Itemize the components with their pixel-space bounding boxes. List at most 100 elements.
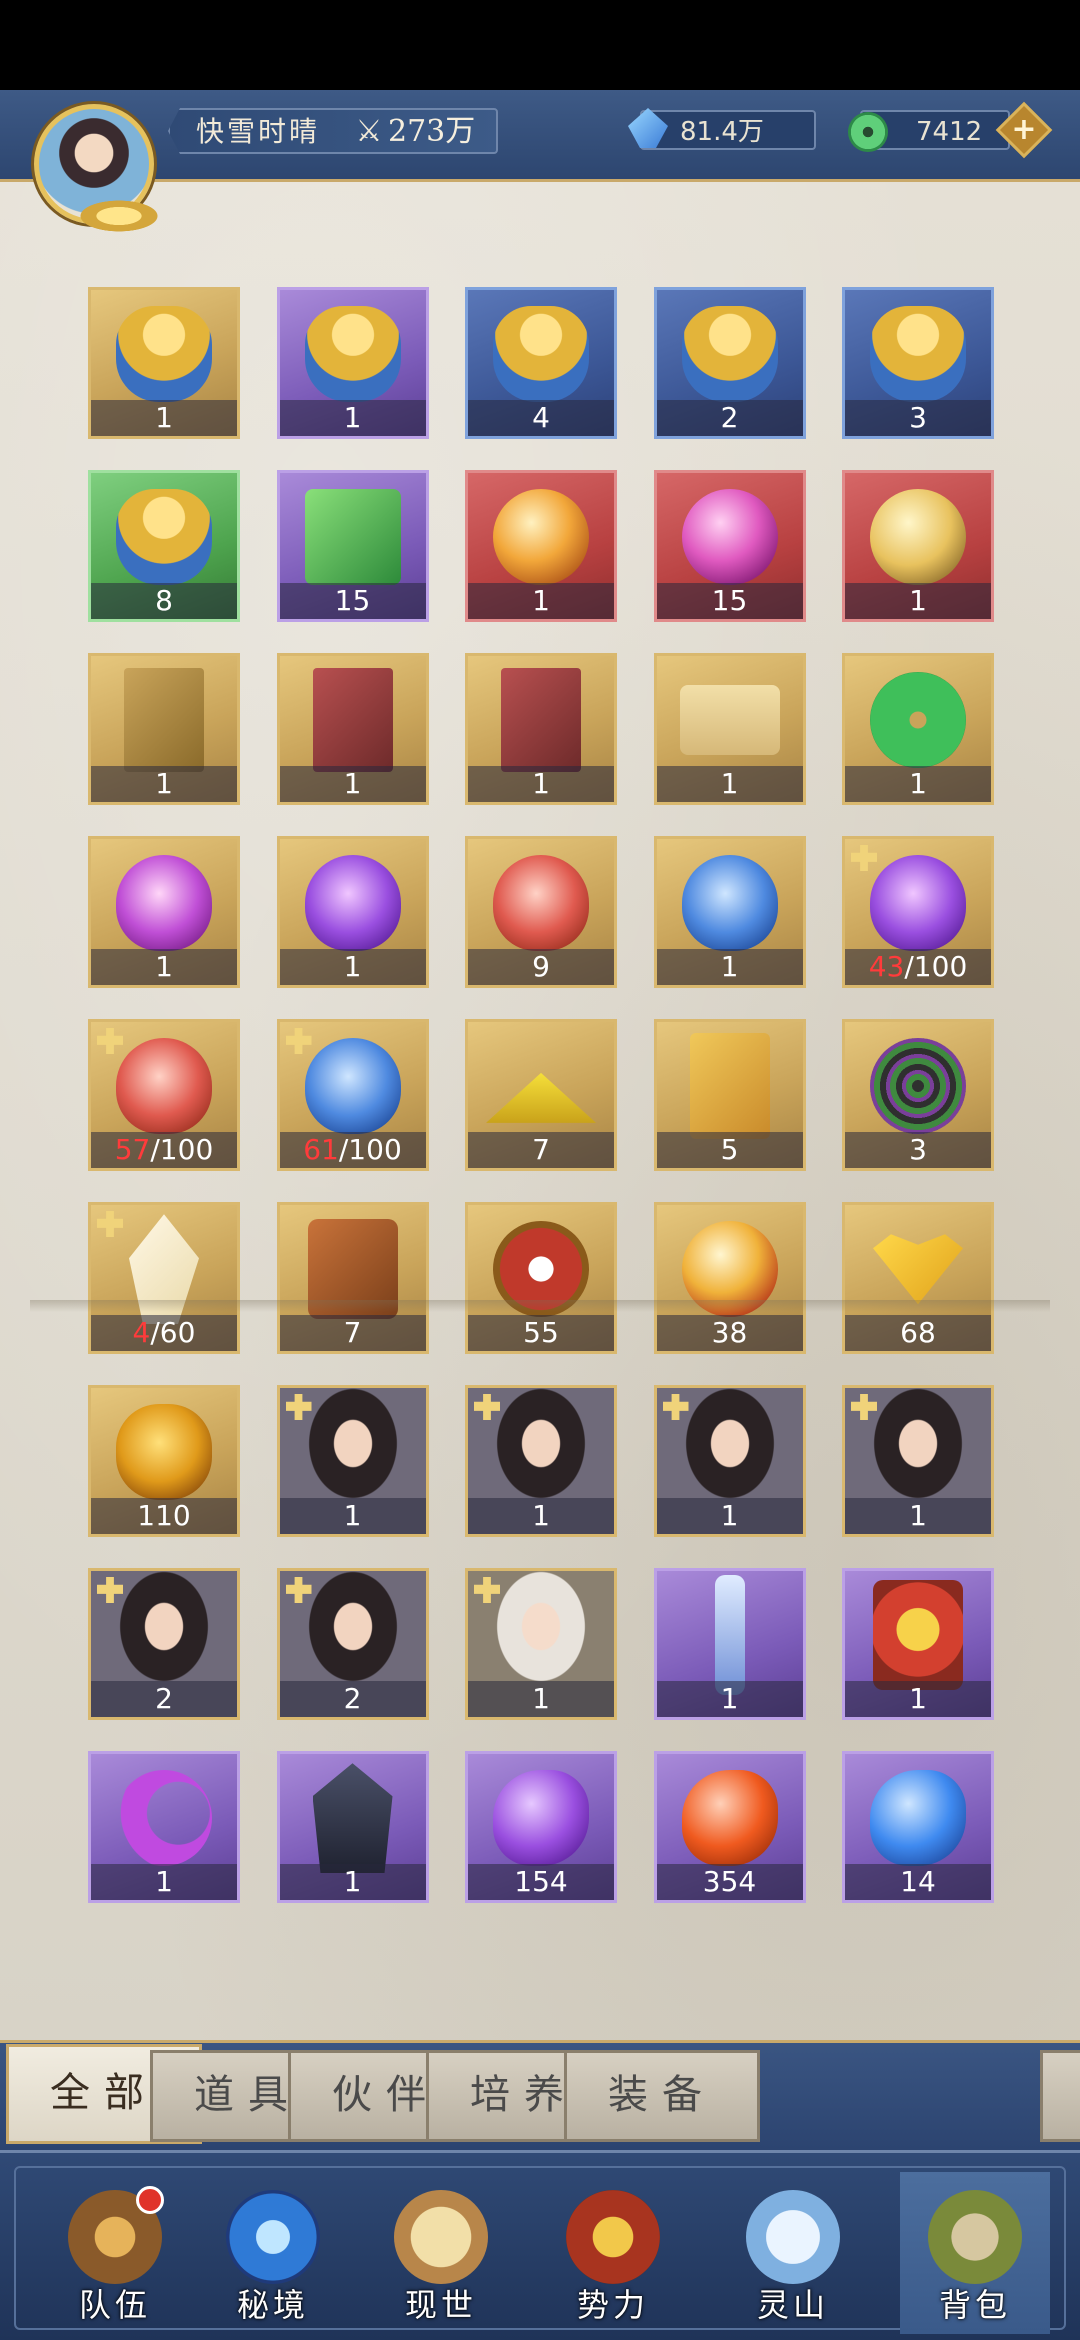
blue-gem-icon — [870, 1770, 966, 1867]
inventory-item-seal-token[interactable]: 55 — [465, 1202, 617, 1354]
crystal-amount: 81.4万 — [680, 117, 764, 147]
plus-icon: + — [1011, 112, 1037, 147]
manual-icon — [124, 668, 204, 773]
inventory-item-purple-spirit-fragment[interactable]: 43/100 — [842, 836, 994, 988]
inventory-item-hero-portrait[interactable]: 1 — [465, 1568, 617, 1720]
inventory-item-hero-portrait[interactable]: 1 — [465, 1385, 617, 1537]
inventory-item-fire-orb[interactable]: 1 — [465, 470, 617, 622]
inventory-item-pouch[interactable]: 3 — [842, 287, 994, 439]
item-count: 1 — [91, 766, 237, 802]
inventory-item-pouch[interactable]: 8 — [88, 470, 240, 622]
faction-icon — [566, 2190, 660, 2284]
inventory-item-moon-blade[interactable]: 1 — [88, 1751, 240, 1903]
inventory-item-hero-portrait[interactable]: 1 — [842, 1385, 994, 1537]
pouch-icon — [304, 306, 401, 403]
spirit-sword-icon — [714, 1575, 745, 1696]
inventory-item-spirit-disc[interactable]: 3 — [842, 1019, 994, 1171]
inventory-item-amber-stone[interactable]: 110 — [88, 1385, 240, 1537]
nav-team[interactable]: 队伍 — [40, 2172, 190, 2334]
inventory-item-blue-spirit[interactable]: 1 — [653, 836, 806, 988]
jade-pendant-icon — [870, 672, 966, 769]
item-count: 110 — [91, 1498, 237, 1534]
inventory-item-red-gem[interactable]: 354 — [653, 1751, 806, 1903]
blue-spirit-icon — [681, 855, 778, 952]
tab-equipment[interactable]: 装备 — [564, 2050, 760, 2142]
moon-blade-icon — [116, 1770, 212, 1867]
item-count: 1 — [91, 949, 237, 985]
fragment-owned: 57 — [114, 1133, 151, 1166]
inventory-item-pink-orb[interactable]: 15 — [653, 470, 806, 622]
combat-power-value: 273万 — [388, 114, 476, 149]
jade-coin-icon — [848, 112, 888, 152]
status-bar — [0, 0, 1080, 90]
inventory-item-spirit-sword[interactable]: 1 — [653, 1568, 806, 1720]
nav-label: 势力 — [576, 2286, 649, 2324]
item-count: 1 — [468, 1681, 614, 1717]
item-count: 1 — [91, 400, 237, 436]
inventory-item-fire-charm[interactable]: 1 — [842, 1568, 994, 1720]
item-count: 1 — [656, 766, 803, 802]
item-count: 43/100 — [845, 949, 991, 985]
nav-world[interactable]: 现世 — [366, 2172, 516, 2334]
fragment-badge-icon — [285, 1028, 312, 1054]
inventory-item-pink-spirit[interactable]: 1 — [88, 836, 240, 988]
inventory-item-pouch[interactable]: 2 — [653, 287, 806, 439]
inventory-item-pouch[interactable]: 4 — [465, 287, 617, 439]
avatar-frame-ornament — [74, 198, 164, 234]
inventory-item-pouch[interactable]: 1 — [88, 287, 240, 439]
inventory-item-golden-sphere[interactable]: 1 — [842, 470, 994, 622]
inventory-item-golden-powder[interactable]: 7 — [465, 1019, 617, 1171]
tab-overflow[interactable] — [1040, 2050, 1080, 2142]
amber-stone-icon — [116, 1404, 212, 1501]
item-count: 4 — [468, 400, 614, 436]
inventory-item-arrow-quiver[interactable]: 7 — [276, 1202, 429, 1354]
item-count: 3 — [845, 400, 991, 436]
fragment-required: /100 — [150, 1133, 214, 1166]
inventory-item-hero-portrait[interactable]: 1 — [653, 1385, 806, 1537]
fragment-badge-icon — [851, 845, 877, 871]
item-count: 15 — [656, 583, 803, 619]
inventory-item-manual[interactable]: 1 — [88, 653, 240, 805]
item-count: 1 — [279, 1864, 426, 1900]
inventory-item-hero-portrait[interactable]: 2 — [88, 1568, 240, 1720]
inventory-item-jade-pendant[interactable]: 1 — [842, 653, 994, 805]
inventory-item-crystal-fragment[interactable]: 4/60 — [88, 1202, 240, 1354]
fragment-owned: 43 — [868, 950, 905, 983]
nav-faction[interactable]: 势力 — [538, 2172, 688, 2334]
inventory-panel: 1 1 4 2 3 8 15 1 15 1 1 1 1 1 1 1 1 9 1 43/100 57/100 61/100 7… — [0, 182, 1080, 2042]
inventory-item-zhetian-book[interactable]: 1 — [465, 653, 617, 805]
inventory-item-pouch[interactable]: 1 — [276, 287, 429, 439]
pouch-icon — [116, 306, 212, 403]
inventory-item-dark-cloak[interactable]: 1 — [276, 1751, 429, 1903]
inventory-item-purple-gem[interactable]: 154 — [465, 1751, 617, 1903]
item-count: 1 — [91, 1864, 237, 1900]
item-count: 1 — [279, 949, 426, 985]
inventory-item-blue-gem[interactable]: 14 — [842, 1751, 994, 1903]
item-count: 7 — [279, 1315, 426, 1351]
nav-spirit-mountain[interactable]: 灵山 — [718, 2172, 868, 2334]
item-count: 61/100 — [279, 1132, 426, 1168]
item-count: 154 — [468, 1864, 614, 1900]
inventory-item-blue-spirit-fragment[interactable]: 61/100 — [276, 1019, 429, 1171]
item-count: 15 — [279, 583, 426, 619]
inventory-item-ginkgo-leaf[interactable]: 68 — [842, 1202, 994, 1354]
golden-sphere-icon — [870, 489, 966, 586]
inventory-item-scroll[interactable]: 1 — [653, 653, 806, 805]
fragment-owned: 61 — [303, 1133, 339, 1166]
nav-secret-realm[interactable]: 秘境 — [198, 2172, 348, 2334]
inventory-item-zhetian-book[interactable]: 1 — [276, 653, 429, 805]
jade-box-icon — [304, 489, 401, 586]
nav-backpack[interactable]: 背包 — [900, 2172, 1050, 2334]
inventory-item-hero-portrait[interactable]: 1 — [276, 1385, 429, 1537]
inventory-item-scroll-bundle[interactable]: 5 — [653, 1019, 806, 1171]
item-count: 3 — [845, 1132, 991, 1168]
ginkgo-leaf-icon — [873, 1234, 963, 1305]
inventory-item-spirit-pearl[interactable]: 38 — [653, 1202, 806, 1354]
inventory-item-red-spirit-fragment[interactable]: 57/100 — [88, 1019, 240, 1171]
item-count: 354 — [656, 1864, 803, 1900]
inventory-item-red-spirit[interactable]: 9 — [465, 836, 617, 988]
inventory-item-purple-spirit[interactable]: 1 — [276, 836, 429, 988]
inventory-item-jade-box[interactable]: 15 — [276, 470, 429, 622]
inventory-item-hero-portrait[interactable]: 2 — [276, 1568, 429, 1720]
fragment-required: /100 — [338, 1133, 402, 1166]
